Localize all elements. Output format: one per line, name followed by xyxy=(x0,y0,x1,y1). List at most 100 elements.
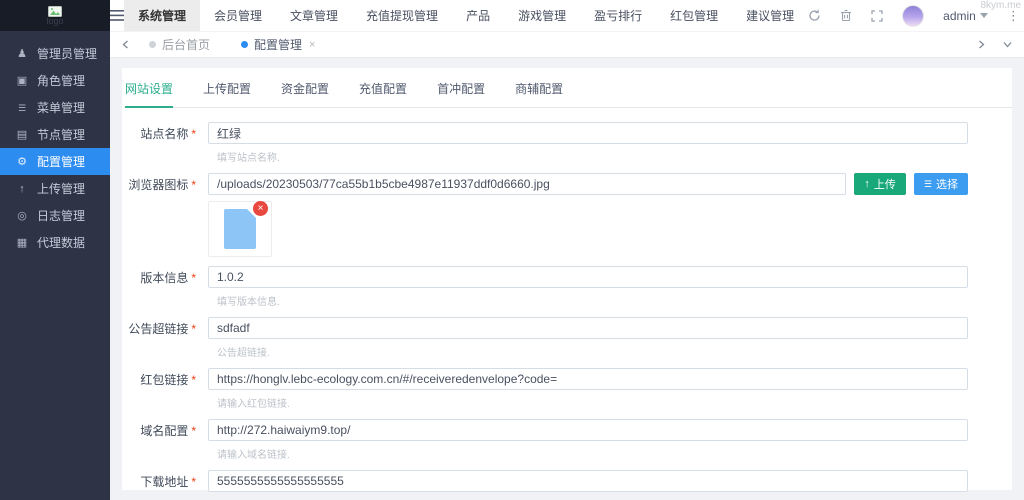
sidebar-item-label: 菜单管理 xyxy=(37,101,86,115)
topnav-item-label: 会员管理 xyxy=(214,9,263,23)
form-row: 浏览器图标* 上传 选择 xyxy=(124,173,968,257)
form-row: 版本信息* 填写版本信息. xyxy=(124,266,968,308)
field-label: 浏览器图标 * xyxy=(128,177,196,192)
config-tab[interactable]: 资金配置 xyxy=(281,80,329,108)
data-icon xyxy=(15,236,29,249)
favicon-thumbnail[interactable] xyxy=(208,201,272,257)
topnav-item-label: 红包管理 xyxy=(670,9,719,23)
sidebar-item[interactable]: 上传管理 xyxy=(0,175,110,202)
window-tabbar: 后台首页 配置管理 × xyxy=(110,32,1024,58)
topnav-item-label: 产品 xyxy=(466,9,491,23)
field-hint: 公告超链接. xyxy=(217,348,270,359)
log-icon xyxy=(15,209,29,222)
topnav-item-label: 文章管理 xyxy=(290,9,339,23)
sidebar-item-label: 代理数据 xyxy=(37,236,86,250)
redpacket-link-input[interactable] xyxy=(208,368,968,390)
form-row: 下载地址* 下载地址. xyxy=(124,470,968,500)
close-tab-icon[interactable]: × xyxy=(309,39,315,51)
sidebar-menu: 管理员管理 角色管理 菜单管理 节点管理 xyxy=(0,31,110,256)
topnav-item[interactable]: 系统管理 xyxy=(124,0,201,31)
topnav-item-label: 系统管理 xyxy=(138,9,187,23)
choose-button[interactable]: 选择 xyxy=(913,173,968,195)
field-hint: 请输入域名链接. xyxy=(217,450,290,461)
sidebar: logo 管理员管理 角色管理 菜单管理 xyxy=(0,0,110,500)
form-row: 域名配置* 请输入域名链接. xyxy=(124,419,968,461)
sidebar-item-label: 角色管理 xyxy=(37,74,86,88)
tabs-scroll-right-icon[interactable] xyxy=(974,40,989,49)
config-tab[interactable]: 网站设置 xyxy=(125,80,174,108)
field-hint: 请输入红包链接. xyxy=(217,399,290,410)
topnav-item[interactable]: 会员管理 xyxy=(200,0,276,31)
download-url-input[interactable] xyxy=(208,470,968,492)
window-tab[interactable]: 后台首页 xyxy=(137,32,229,57)
fullscreen-icon[interactable] xyxy=(871,9,883,22)
gear-icon xyxy=(15,155,29,168)
top-header: 系统管理 会员管理 文章管理 充值提现管理 产品 游戏管理 盈亏排行 红包管理 … xyxy=(110,0,1024,32)
user-icon xyxy=(15,47,29,60)
topnav-item-label: 盈亏排行 xyxy=(594,9,643,23)
sidebar-item[interactable]: 配置管理 xyxy=(0,148,110,175)
field-label: 公告超链接 * xyxy=(128,321,196,336)
topnav-item[interactable]: 充值提现管理 xyxy=(352,0,452,31)
topnav-item[interactable]: 产品 xyxy=(452,0,504,31)
config-tab[interactable]: 上传配置 xyxy=(203,80,251,108)
topnav-item-label: 游戏管理 xyxy=(518,9,567,23)
avatar[interactable] xyxy=(902,4,925,27)
refresh-icon[interactable] xyxy=(808,9,821,22)
favicon-path-input[interactable] xyxy=(208,173,847,195)
watermark: 8kym.me xyxy=(980,0,1021,11)
field-label: 下载地址 * xyxy=(140,474,196,489)
sidebar-item-label: 管理员管理 xyxy=(37,47,98,61)
sidebar-item[interactable]: 菜单管理 xyxy=(0,94,110,121)
content-area: 网站设置 上传配置 资金配置 充值配置 首冲配置 商辅配置 站点名称 * 红绿 … xyxy=(110,58,1024,500)
upload-icon xyxy=(15,183,29,195)
upload-button[interactable]: 上传 xyxy=(854,173,906,195)
tabs-scroll-left-icon[interactable] xyxy=(118,40,133,49)
topnav-item[interactable]: 文章管理 xyxy=(276,0,352,31)
favicon-preview-area xyxy=(208,201,968,257)
file-icon xyxy=(224,209,256,249)
logo-text: logo xyxy=(46,16,64,26)
sidebar-item[interactable]: 管理员管理 xyxy=(0,40,110,67)
announcement-link-input[interactable] xyxy=(208,317,968,339)
form-row: 红包链接* 请输入红包链接. xyxy=(124,368,968,410)
field-label: 域名配置 * xyxy=(140,423,196,438)
config-tabs: 网站设置 上传配置 资金配置 充值配置 首冲配置 商辅配置 xyxy=(124,68,1012,108)
field-label: 站点名称 * xyxy=(140,126,196,141)
window-tab[interactable]: 配置管理 × xyxy=(229,32,327,57)
sidebar-item[interactable]: 节点管理 xyxy=(0,121,110,148)
tabbar-actions xyxy=(974,40,1016,49)
required-mark: * xyxy=(191,372,196,387)
sidebar-item-label: 日志管理 xyxy=(37,209,86,223)
node-icon xyxy=(15,128,29,141)
site-name-input[interactable] xyxy=(208,122,968,144)
sidebar-item[interactable]: 代理数据 xyxy=(0,229,110,256)
config-tab[interactable]: 首冲配置 xyxy=(437,80,485,108)
required-mark: * xyxy=(191,177,196,192)
topnav-item[interactable]: 盈亏排行 xyxy=(580,0,656,31)
domain-config-input[interactable] xyxy=(208,419,968,441)
required-mark: * xyxy=(191,321,196,336)
config-card: 网站设置 上传配置 资金配置 充值配置 首冲配置 商辅配置 站点名称 * 红绿 … xyxy=(122,68,1012,492)
topnav-item[interactable]: 红包管理 xyxy=(656,0,732,31)
sidebar-item[interactable]: 日志管理 xyxy=(0,202,110,229)
trash-icon[interactable] xyxy=(840,9,852,22)
sidebar-item[interactable]: 角色管理 xyxy=(0,67,110,94)
collapse-menu-icon[interactable] xyxy=(110,0,124,31)
field-label: 版本信息 * xyxy=(140,270,196,285)
topnav-item-label: 建议管理 xyxy=(746,9,795,23)
remove-image-icon[interactable] xyxy=(253,201,268,216)
config-tab[interactable]: 商辅配置 xyxy=(515,80,563,108)
version-input[interactable] xyxy=(208,266,968,288)
list-icon xyxy=(924,178,932,190)
field-label: 红包链接 * xyxy=(140,372,196,387)
config-tab[interactable]: 充值配置 xyxy=(359,80,407,108)
chevron-down-icon xyxy=(979,13,988,18)
field-hint: 填写版本信息. xyxy=(217,297,280,308)
topnav-item[interactable]: 游戏管理 xyxy=(504,0,580,31)
topnav-item[interactable]: 建议管理 xyxy=(732,0,808,31)
tabs-menu-icon[interactable] xyxy=(999,41,1016,48)
user-name: admin xyxy=(943,8,976,23)
main-column: 系统管理 会员管理 文章管理 充值提现管理 产品 游戏管理 盈亏排行 红包管理 … xyxy=(110,0,1024,500)
upload-icon xyxy=(864,178,870,190)
